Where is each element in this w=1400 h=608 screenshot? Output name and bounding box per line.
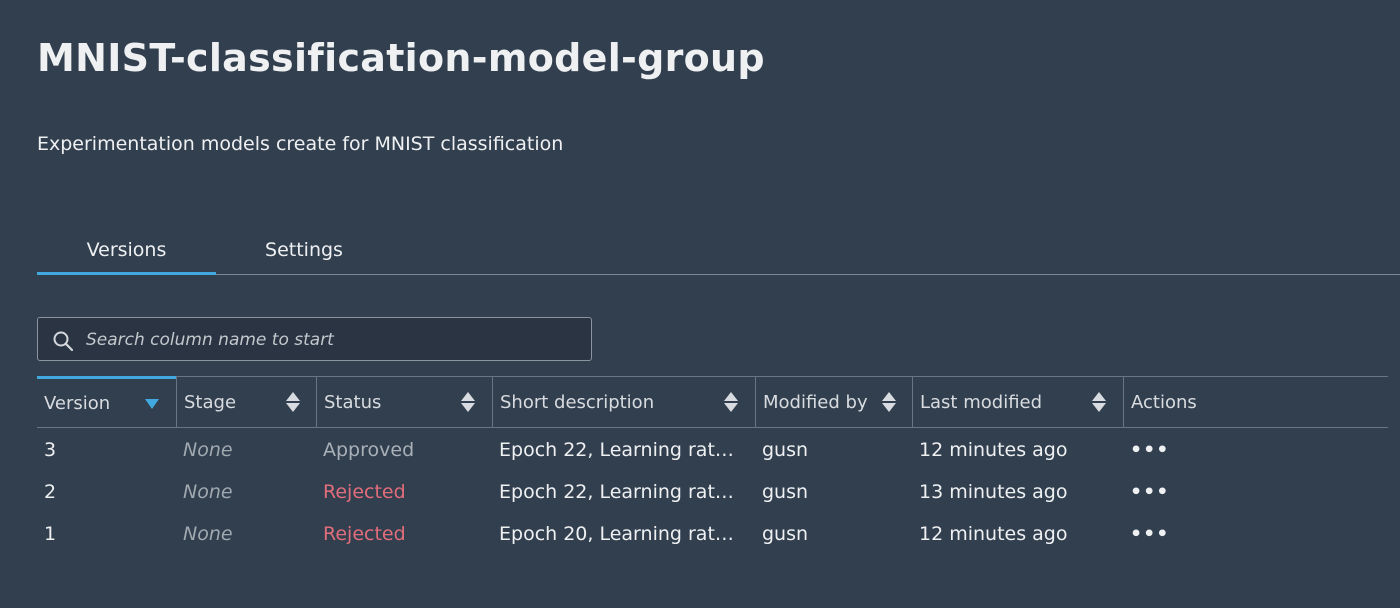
cell-last-modified: 12 minutes ago [919,523,1068,545]
column-header-modified-by[interactable]: Modified by [755,377,912,427]
column-header-short-description[interactable]: Short description [492,377,754,427]
page-description: Experimentation models create for MNIST … [37,133,564,155]
table-row[interactable]: 2 None Rejected Epoch 22, Learning rat… … [37,470,1388,512]
column-label: Last modified [920,392,1043,413]
cell-stage: None [183,523,233,545]
versions-table: Version Stage Status Short description M… [37,376,1388,554]
cell-short-description: Epoch 22, Learning rat… [499,439,734,461]
cell-version: 3 [44,439,57,461]
tab-settings[interactable]: Settings [226,228,382,272]
sort-descending-icon [145,399,159,409]
sort-icon [286,392,300,412]
column-header-stage[interactable]: Stage [176,377,316,427]
status-badge: Approved [323,439,415,461]
search-input[interactable] [84,318,588,362]
tab-versions[interactable]: Versions [37,228,216,275]
column-header-last-modified[interactable]: Last modified [912,377,1123,427]
column-label: Short description [500,392,655,413]
tab-bar: Versions Settings [37,228,1400,275]
cell-short-description: Epoch 20, Learning rat… [499,523,734,545]
table-header: Version Stage Status Short description M… [37,376,1388,428]
cell-version: 1 [44,523,57,545]
cell-stage: None [183,481,233,503]
column-label: Status [324,392,382,413]
search-box [37,317,592,362]
table-row[interactable]: 1 None Rejected Epoch 20, Learning rat… … [37,512,1388,554]
search-icon [53,331,74,352]
sort-icon [1092,392,1106,412]
cell-modified-by: gusn [762,481,809,503]
status-badge: Rejected [323,523,406,545]
column-label: Version [44,393,111,414]
column-label: Modified by [763,392,868,413]
column-header-actions: Actions [1123,377,1388,427]
cell-version: 2 [44,481,57,503]
column-header-status[interactable]: Status [316,377,492,427]
sort-icon [882,392,896,412]
more-actions-icon[interactable]: ••• [1123,428,1395,470]
column-label: Actions [1131,392,1197,413]
more-actions-icon[interactable]: ••• [1123,512,1395,554]
column-label: Stage [184,392,237,413]
table-row[interactable]: 3 None Approved Epoch 22, Learning rat… … [37,428,1388,470]
column-header-version[interactable]: Version [37,376,176,426]
cell-last-modified: 12 minutes ago [919,439,1068,461]
cell-modified-by: gusn [762,523,809,545]
status-badge: Rejected [323,481,406,503]
cell-stage: None [183,439,233,461]
cell-modified-by: gusn [762,439,809,461]
cell-last-modified: 13 minutes ago [919,481,1068,503]
page-title: MNIST-classification-model-group [37,36,765,80]
sort-icon [461,392,475,412]
more-actions-icon[interactable]: ••• [1123,470,1395,512]
sort-icon [724,392,738,412]
cell-short-description: Epoch 22, Learning rat… [499,481,734,503]
